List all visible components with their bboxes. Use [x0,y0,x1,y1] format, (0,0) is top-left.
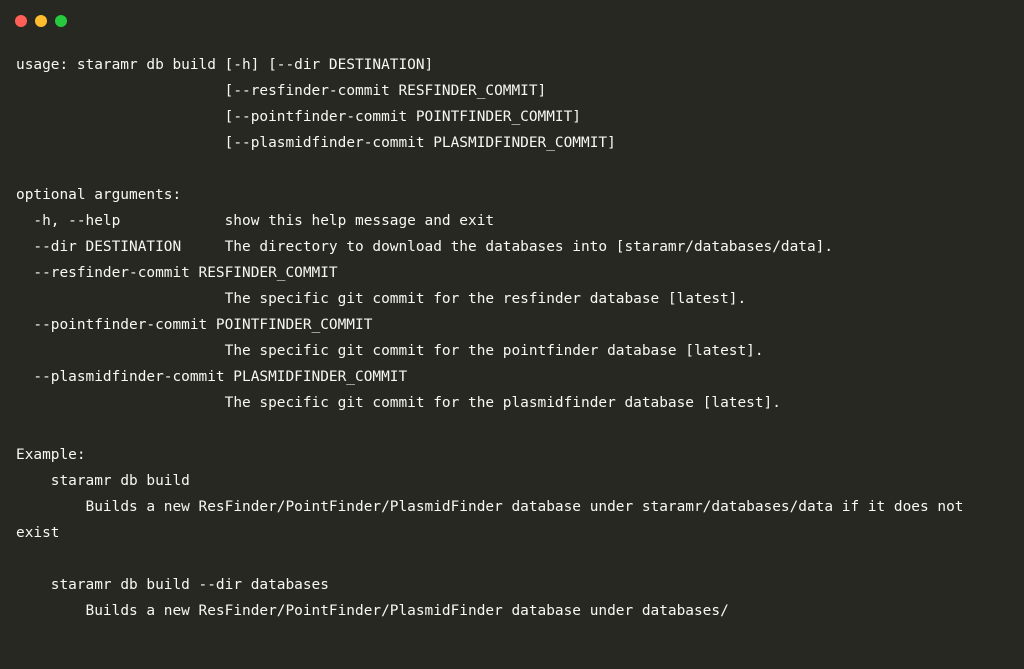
terminal-line: --pointfinder-commit POINTFINDER_COMMIT [16,317,373,333]
terminal-line: staramr db build [16,473,190,489]
terminal-line: The specific git commit for the plasmidf… [16,395,781,411]
window-controls [15,15,67,27]
terminal-line: [--pointfinder-commit POINTFINDER_COMMIT… [16,109,582,125]
terminal-output: usage: staramr db build [-h] [--dir DEST… [16,52,1010,624]
terminal-line: The specific git commit for the pointfin… [16,343,764,359]
terminal-line: --dir DESTINATION The directory to downl… [16,239,834,255]
terminal-line: usage: staramr db build [-h] [--dir DEST… [16,57,434,73]
terminal-line: [--plasmidfinder-commit PLASMIDFINDER_CO… [16,135,616,151]
terminal-line: staramr db build --dir databases [16,577,329,593]
maximize-button[interactable] [55,15,67,27]
terminal-line: Builds a new ResFinder/PointFinder/Plasm… [16,603,729,619]
terminal-line: --plasmidfinder-commit PLASMIDFINDER_COM… [16,369,408,385]
terminal-line: --resfinder-commit RESFINDER_COMMIT [16,265,338,281]
close-button[interactable] [15,15,27,27]
minimize-button[interactable] [35,15,47,27]
terminal-line: optional arguments: [16,187,182,203]
terminal-line: -h, --help show this help message and ex… [16,213,495,229]
terminal-line: Builds a new ResFinder/PointFinder/Plasm… [16,499,973,541]
terminal-line: The specific git commit for the resfinde… [16,291,747,307]
terminal-line: [--resfinder-commit RESFINDER_COMMIT] [16,83,547,99]
terminal-line: Example: [16,447,86,463]
